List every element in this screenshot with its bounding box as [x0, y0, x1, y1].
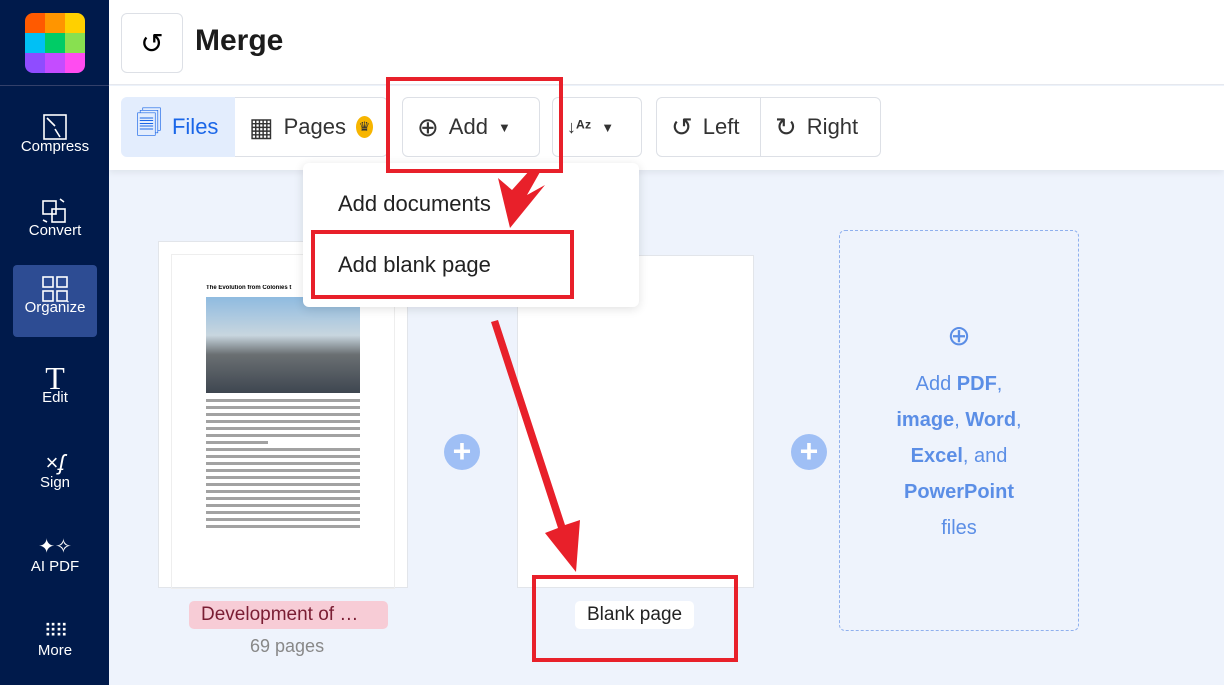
- highlight-box: [311, 230, 574, 299]
- arrow-icon: [498, 170, 545, 228]
- arrow-icon: [491, 320, 580, 572]
- annotation-overlay: [311, 77, 738, 662]
- highlight-box: [386, 77, 563, 173]
- highlight-box: [532, 575, 738, 662]
